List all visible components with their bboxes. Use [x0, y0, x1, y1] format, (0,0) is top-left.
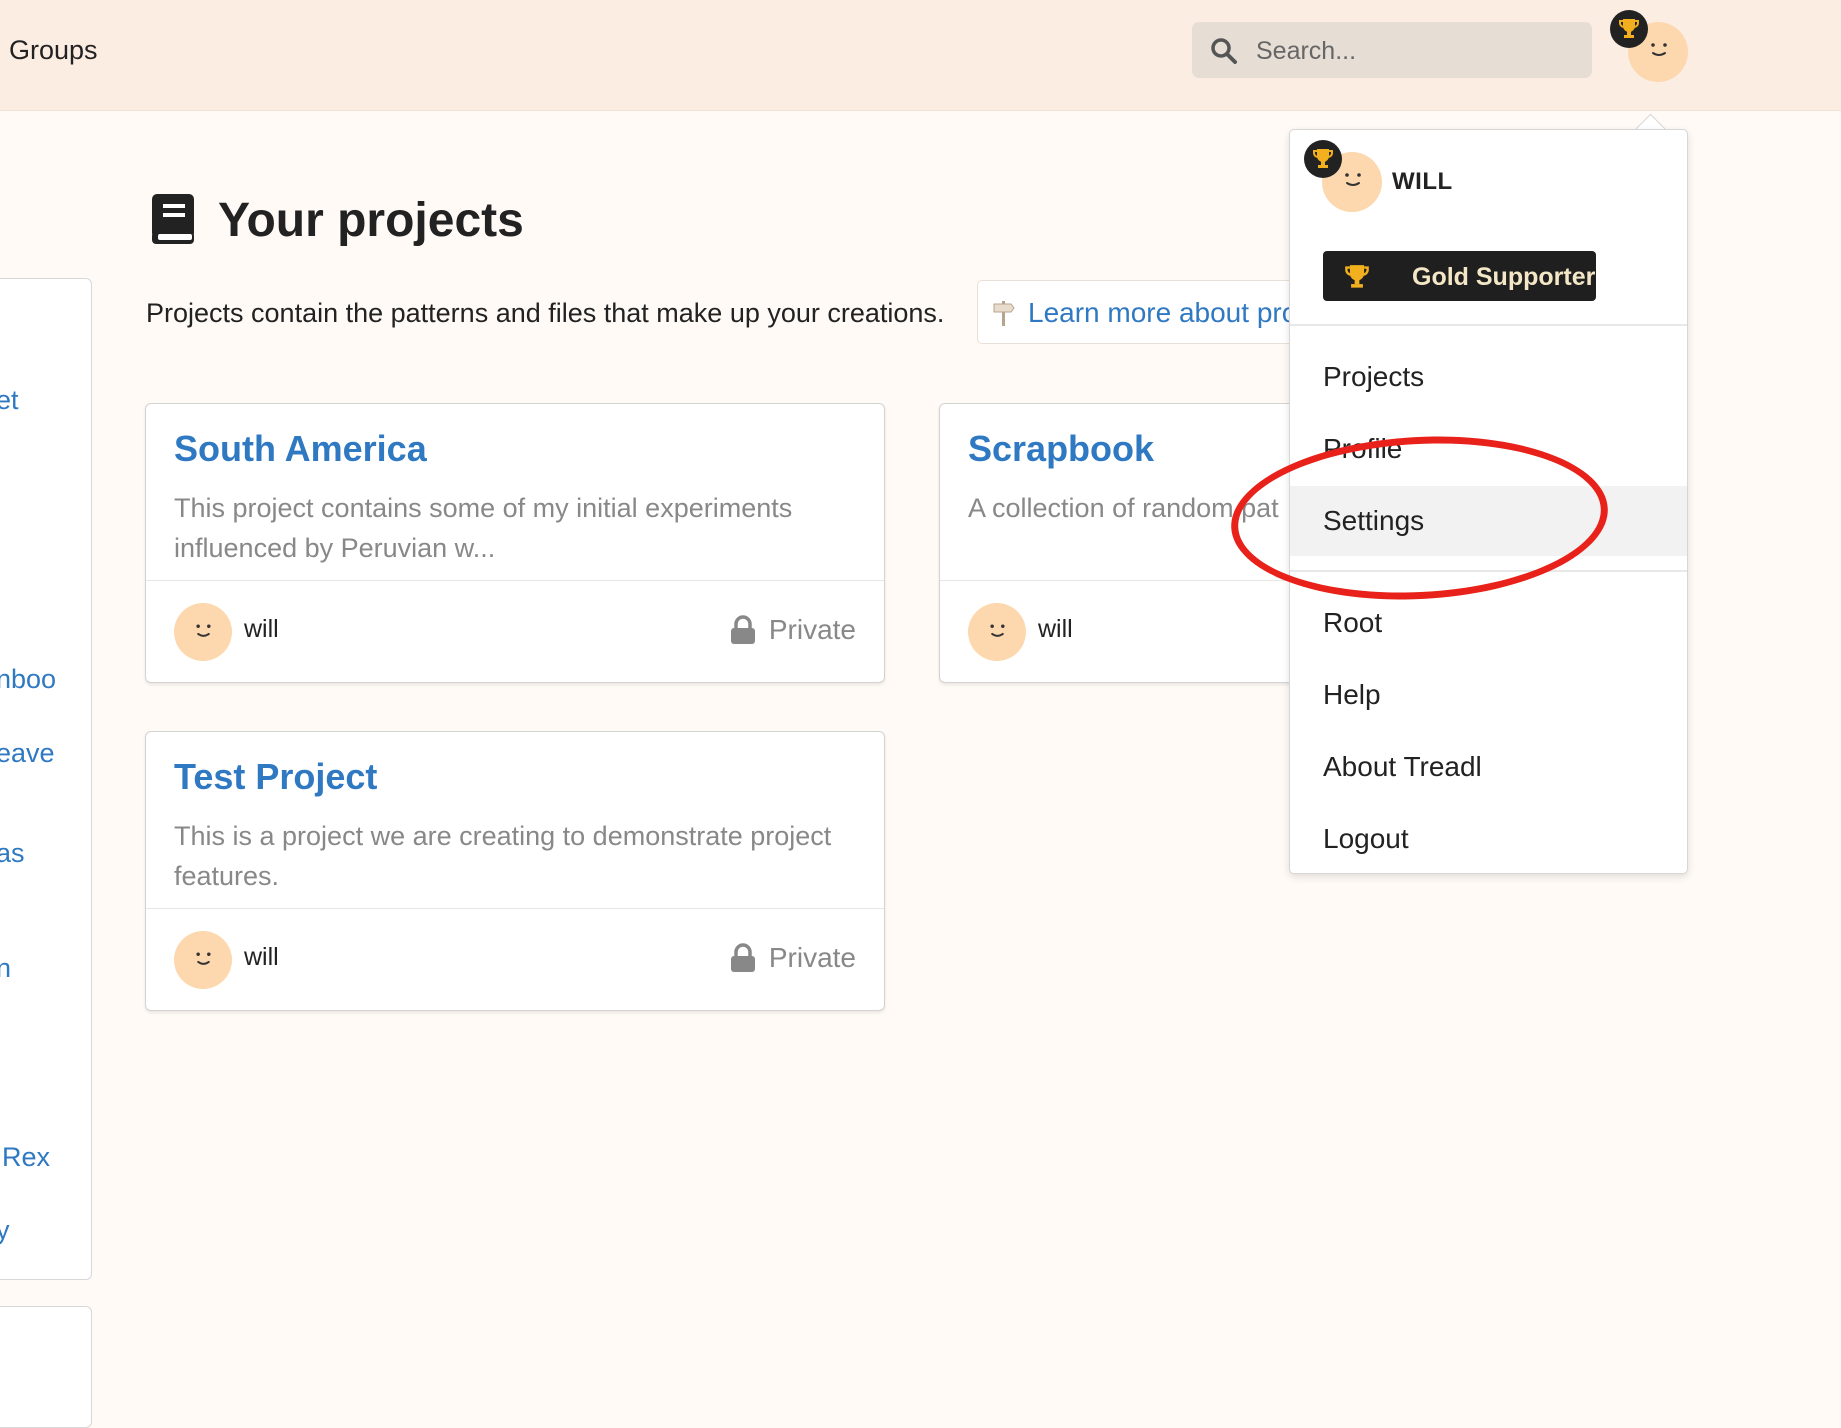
sidebar-link[interactable]: as: [0, 838, 25, 869]
owner-name[interactable]: will: [1038, 615, 1073, 644]
gold-supporter-badge[interactable]: Gold Supporter: [1323, 251, 1596, 301]
sidebar-link[interactable]: eave: [0, 738, 55, 769]
project-title[interactable]: Scrapbook: [968, 428, 1154, 470]
project-title[interactable]: South America: [174, 428, 427, 470]
sidebar-link[interactable]: y: [0, 1215, 10, 1246]
menu-user-avatar: [1304, 140, 1384, 220]
project-card[interactable]: Test Project This is a project we are cr…: [145, 731, 885, 1011]
search-icon: [1211, 38, 1237, 64]
lock-icon: [731, 943, 755, 972]
menu-item-label: Root: [1323, 607, 1383, 638]
sidebar-panel-secondary: [0, 1306, 92, 1428]
trophy-icon: [1313, 149, 1333, 168]
search-input[interactable]: [1254, 22, 1578, 80]
trophy-icon: [1619, 19, 1639, 38]
menu-divider: [1290, 324, 1687, 326]
menu-item-help[interactable]: Help: [1290, 660, 1687, 730]
sidebar-link[interactable]: et: [0, 385, 19, 416]
menu-item-about[interactable]: About Treadl: [1290, 732, 1687, 802]
project-title[interactable]: Test Project: [174, 756, 377, 798]
learn-more-link[interactable]: Learn more about pro: [1028, 297, 1297, 329]
project-description: This project contains some of my initial…: [174, 493, 793, 563]
owner-name[interactable]: will: [244, 943, 279, 972]
menu-item-label: Help: [1323, 679, 1381, 710]
menu-item-projects[interactable]: Projects: [1290, 342, 1687, 412]
visibility-label: Private: [768, 942, 856, 973]
book-icon: [152, 194, 194, 244]
gold-supporter-label: Gold Supporter: [1412, 263, 1596, 291]
card-divider: [940, 580, 1340, 581]
user-menu-trigger[interactable]: [1610, 10, 1690, 90]
page-title: Your projects: [218, 194, 524, 247]
menu-username: WILL: [1392, 168, 1453, 195]
lock-icon: [731, 615, 755, 644]
visibility-label: Private: [768, 614, 856, 645]
menu-item-logout[interactable]: Logout: [1290, 804, 1687, 874]
nav-link-groups[interactable]: Groups: [9, 35, 98, 66]
search-box[interactable]: [1192, 22, 1592, 80]
menu-item-label: Projects: [1323, 361, 1425, 392]
intro-text: Projects contain the patterns and files …: [146, 298, 945, 328]
owner-avatar[interactable]: [174, 931, 232, 989]
sidebar-link[interactable]: Rex: [2, 1142, 50, 1173]
sidebar-link[interactable]: nboo: [0, 664, 56, 695]
menu-item-label: About Treadl: [1323, 751, 1482, 782]
owner-avatar[interactable]: [174, 603, 232, 661]
trophy-icon: [1345, 265, 1369, 288]
trophy-badge: [1610, 10, 1648, 48]
menu-item-root[interactable]: Root: [1290, 588, 1687, 658]
project-description: This is a project we are creating to dem…: [174, 821, 832, 891]
card-divider: [146, 908, 884, 909]
owner-name[interactable]: will: [244, 615, 279, 644]
signpost-icon: [993, 301, 1015, 326]
card-divider: [146, 580, 884, 581]
menu-item-label: Logout: [1323, 823, 1409, 854]
sidebar-panel: [0, 278, 92, 1280]
learn-more-box[interactable]: Learn more about pro: [977, 280, 1309, 344]
trophy-badge: [1304, 140, 1342, 178]
sidebar-link[interactable]: n: [0, 953, 11, 984]
top-navbar: Groups: [0, 0, 1841, 111]
owner-avatar[interactable]: [968, 603, 1026, 661]
project-card[interactable]: South America This project contains some…: [145, 403, 885, 683]
